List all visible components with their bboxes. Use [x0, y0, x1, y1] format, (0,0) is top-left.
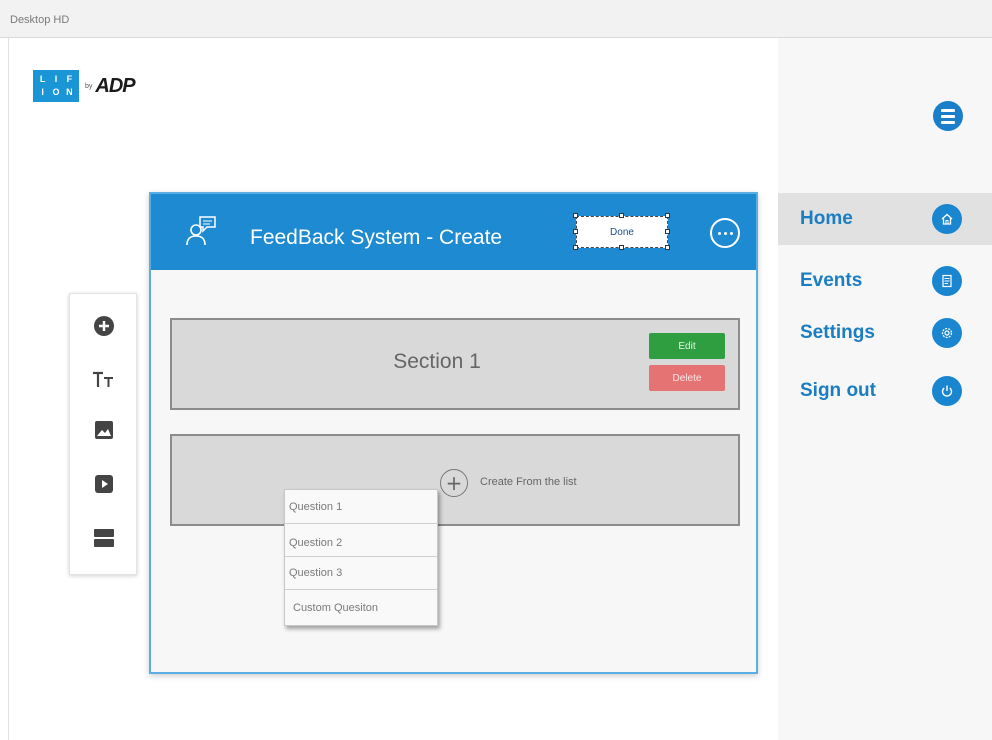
logo-letter: I [54, 74, 58, 84]
lifion-logo-mark: L I F I O N [33, 70, 79, 102]
delete-button[interactable]: Delete [649, 365, 725, 391]
add-icon[interactable] [70, 306, 138, 346]
home-icon [932, 204, 962, 234]
more-options-icon[interactable] [710, 218, 740, 248]
resize-handle[interactable] [619, 245, 624, 250]
layout-icon[interactable] [70, 518, 138, 558]
feedback-create-card: FeedBack System - Create Done Section 1 … [149, 192, 758, 674]
app-canvas: Desktop HD L I F I O N by ADP Home Event… [0, 0, 992, 740]
resize-handle[interactable] [665, 213, 670, 218]
nav-item-label: Settings [800, 322, 875, 343]
logo-letter: N [66, 87, 73, 97]
create-from-list-box[interactable]: + Create From the list [170, 434, 740, 526]
resize-handle[interactable] [573, 229, 578, 234]
create-from-list-label: Create From the list [480, 476, 577, 488]
nav-item-home[interactable]: Home [778, 193, 992, 245]
power-icon [932, 376, 962, 406]
logo-by-text: by [85, 82, 93, 90]
text-size-icon[interactable] [70, 360, 138, 400]
logo-letter: I [41, 87, 44, 97]
insert-toolbar [69, 293, 137, 575]
hamburger-menu-icon[interactable] [933, 101, 963, 131]
edit-button[interactable]: Edit [649, 333, 725, 359]
window-title-bar: Desktop HD [0, 0, 992, 38]
logo-letter: L [39, 74, 46, 84]
done-button[interactable]: Done [576, 216, 668, 248]
resize-handle[interactable] [573, 245, 578, 250]
resize-handle[interactable] [573, 213, 578, 218]
nav-item-events[interactable]: Events [778, 255, 992, 307]
dropdown-item[interactable]: Custom Quesiton [285, 590, 437, 625]
section-block: Section 1 Edit Delete [170, 318, 740, 410]
nav-item-label: Sign out [800, 380, 876, 401]
plus-circle-icon[interactable]: + [440, 469, 468, 497]
question-dropdown: Question 1 Question 2 Question 3 Custom … [284, 489, 438, 626]
dropdown-item[interactable]: Question 1 [285, 490, 437, 524]
feedback-user-icon [183, 214, 217, 253]
nav-item-label: Home [800, 208, 853, 229]
dropdown-item[interactable]: Question 3 [285, 557, 437, 590]
frame-border [8, 38, 9, 740]
card-title: FeedBack System - Create [250, 226, 503, 249]
logo-letter: O [52, 87, 60, 97]
resize-handle[interactable] [665, 229, 670, 234]
done-button-selection: Done [573, 213, 670, 250]
video-icon[interactable] [70, 464, 138, 504]
nav-item-label: Events [800, 270, 863, 291]
window-title: Desktop HD [10, 14, 70, 26]
image-icon[interactable] [70, 410, 138, 450]
section-title: Section 1 [393, 350, 481, 373]
nav-item-sign-out[interactable]: Sign out [778, 365, 992, 417]
nav-item-settings[interactable]: Settings [778, 307, 992, 359]
lifion-adp-logo: L I F I O N by ADP [33, 70, 136, 102]
resize-handle[interactable] [665, 245, 670, 250]
dropdown-item[interactable]: Question 2 [285, 524, 437, 557]
document-icon [932, 266, 962, 296]
card-header: FeedBack System - Create Done [151, 194, 756, 270]
gear-icon [932, 318, 962, 348]
logo-letter: F [66, 74, 73, 84]
adp-logo-text: ADP [95, 74, 135, 97]
resize-handle[interactable] [619, 213, 624, 218]
